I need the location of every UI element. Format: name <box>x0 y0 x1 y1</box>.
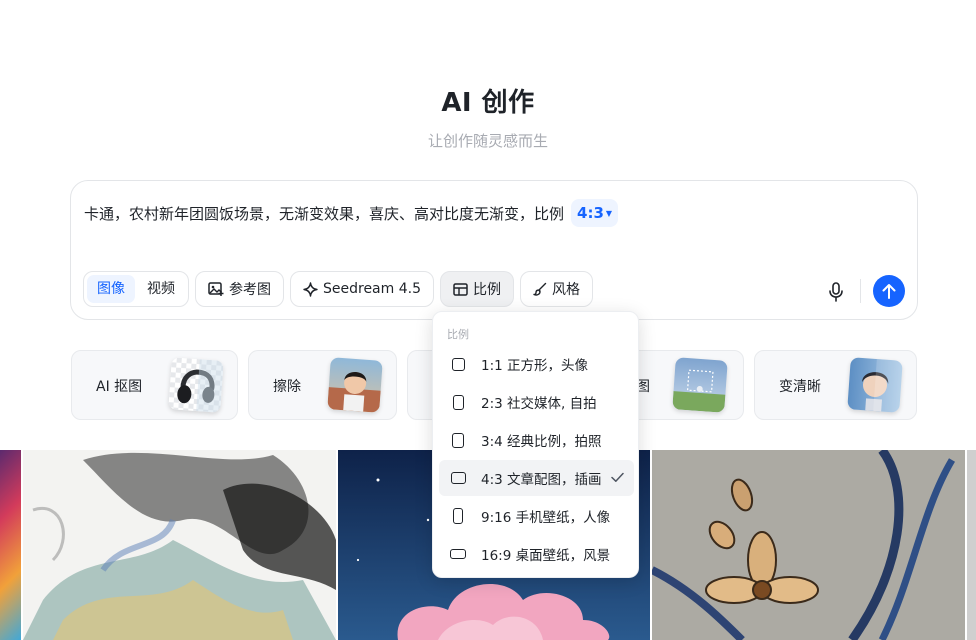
portrait-ratio-icon <box>453 394 464 410</box>
ratio-option-label: 4:3 文章配图，插画 <box>481 472 602 488</box>
matting-thumbnail <box>168 357 224 413</box>
ratio-dropdown: 比例 1:1 正方形，头像 2:3 社交媒体, 自拍 3:4 经典比例，拍照 4… <box>432 311 639 578</box>
square-ratio-icon <box>452 357 465 371</box>
ratio-option-16-9[interactable]: 16:9 桌面壁纸，风景 <box>439 536 634 572</box>
model-label: Seedream 4.5 <box>323 281 421 297</box>
ratio-option-2-3[interactable]: 2:3 社交媒体, 自拍 <box>439 384 634 420</box>
tool-label: AI 抠图 <box>96 379 143 395</box>
ratio-option-9-16[interactable]: 9:16 手机壁纸，人像 <box>439 498 634 534</box>
toolbar-divider <box>860 279 861 303</box>
image-edit-thumbnail <box>672 357 728 413</box>
landscape-ratio-icon <box>450 549 466 559</box>
tool-matting[interactable]: AI 抠图 <box>71 350 238 420</box>
ratio-option-1-1[interactable]: 1:1 正方形，头像 <box>439 346 634 382</box>
arrow-up-icon <box>882 284 896 299</box>
tool-enhance[interactable]: 变清晰 <box>754 350 917 420</box>
erase-thumbnail <box>327 357 383 413</box>
reference-image-button[interactable]: 参考图 <box>195 271 284 307</box>
ratio-option-label: 16:9 桌面壁纸，风景 <box>481 548 611 564</box>
image-icon <box>208 282 224 296</box>
tool-label: 擦除 <box>273 379 301 395</box>
send-button[interactable] <box>873 275 905 307</box>
microphone-icon[interactable] <box>827 282 845 302</box>
mode-switch: 图像 视频 <box>83 271 189 307</box>
ratio-option-3-4[interactable]: 3:4 经典比例，拍照 <box>439 422 634 458</box>
prompt-composer: 卡通，农村新年团圆饭场景，无渐变效果，喜庆、高对比度无渐变，比例 4:3 ▼ 图… <box>70 180 918 320</box>
tool-erase[interactable]: 擦除 <box>248 350 397 420</box>
page-subtitle: 让创作随灵感而生 <box>427 132 548 150</box>
layout-icon <box>453 282 468 296</box>
gallery-image[interactable] <box>652 450 965 640</box>
style-label: 风格 <box>552 282 580 298</box>
style-button[interactable]: 风格 <box>520 271 593 307</box>
landscape-ratio-icon <box>451 472 466 484</box>
tool-label: 变清晰 <box>779 379 821 395</box>
page-title: AI 创作 <box>441 88 535 118</box>
tab-image[interactable]: 图像 <box>87 275 135 303</box>
portrait-ratio-icon <box>453 508 463 524</box>
portrait-ratio-icon <box>452 432 464 448</box>
ratio-button[interactable]: 比例 <box>440 271 514 307</box>
ratio-button-label: 比例 <box>473 282 501 298</box>
sparkle-icon <box>303 281 318 297</box>
prompt-text: 卡通，农村新年团圆饭场景，无渐变效果，喜庆、高对比度无渐变，比例 <box>84 204 565 223</box>
model-select-button[interactable]: Seedream 4.5 <box>290 271 434 307</box>
ratio-chip[interactable]: 4:3 ▼ <box>571 199 619 227</box>
caret-down-icon: ▼ <box>605 208 613 218</box>
ratio-option-4-3[interactable]: 4:3 文章配图，插画 <box>439 460 634 496</box>
gallery-image[interactable] <box>23 450 336 640</box>
ratio-option-label: 2:3 社交媒体, 自拍 <box>481 396 597 412</box>
ratio-option-label: 1:1 正方形，头像 <box>481 358 589 374</box>
brush-icon <box>533 282 547 296</box>
ratio-option-label: 3:4 经典比例，拍照 <box>481 434 602 450</box>
gallery-image[interactable] <box>0 450 21 640</box>
ratio-dropdown-title: 比例 <box>447 328 469 341</box>
gallery-image[interactable] <box>967 450 976 640</box>
prompt-input[interactable]: 卡通，农村新年团圆饭场景，无渐变效果，喜庆、高对比度无渐变，比例 4:3 ▼ <box>84 199 619 227</box>
ratio-option-label: 9:16 手机壁纸，人像 <box>481 510 611 526</box>
ratio-chip-label: 4:3 <box>577 204 604 222</box>
reference-image-label: 参考图 <box>229 282 271 298</box>
tab-video[interactable]: 视频 <box>137 275 185 303</box>
composer-toolbar: 图像 视频 参考图 Seedream 4.5 比例 风格 <box>83 271 593 307</box>
check-icon <box>611 471 624 487</box>
enhance-thumbnail <box>847 357 903 413</box>
